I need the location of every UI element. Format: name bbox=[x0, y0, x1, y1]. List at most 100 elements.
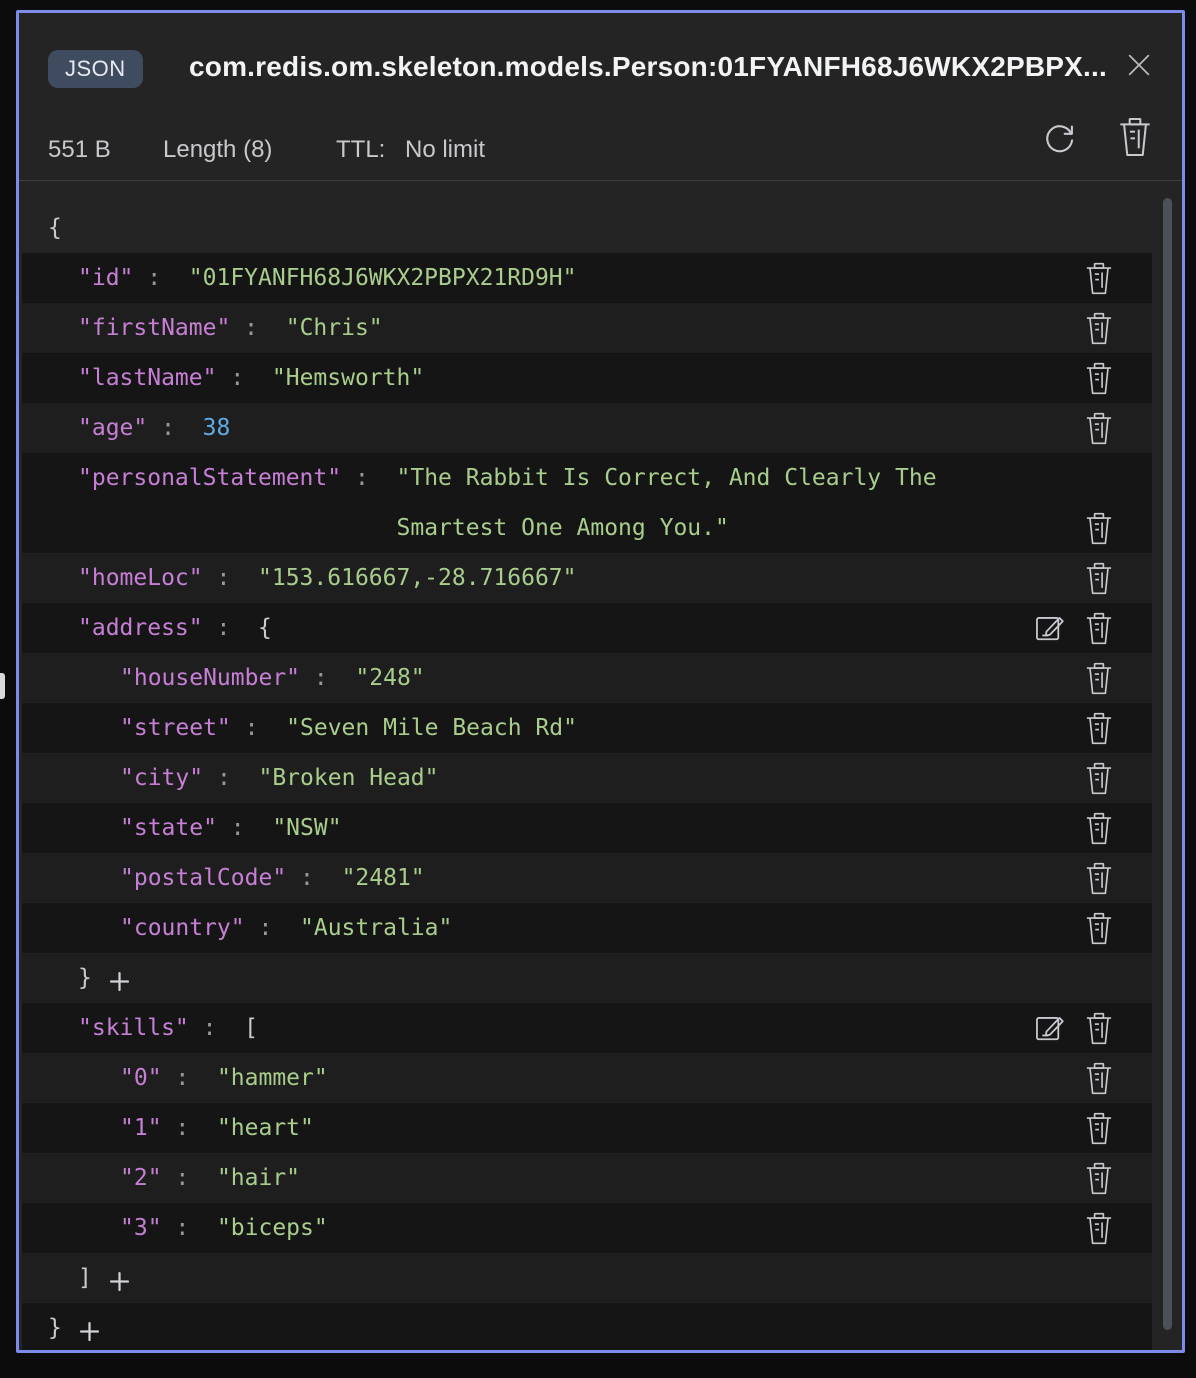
delete-key-icon[interactable] bbox=[1116, 116, 1158, 158]
delete-row-icon[interactable] bbox=[1084, 712, 1114, 745]
json-key[interactable]: "skills" bbox=[78, 1015, 189, 1041]
json-key[interactable]: "houseNumber" bbox=[120, 665, 300, 691]
json-row: "id" : "01FYANFH68J6WKX2PBPX21RD9H" bbox=[22, 253, 1152, 303]
json-separator: : bbox=[162, 1165, 217, 1191]
json-value[interactable]: "biceps" bbox=[217, 1215, 328, 1241]
json-key[interactable]: "address" bbox=[78, 615, 203, 641]
ttl-label: TTL: bbox=[336, 136, 385, 164]
json-separator: : bbox=[286, 865, 341, 891]
json-row-text: "age" : 38 bbox=[78, 415, 230, 441]
json-key[interactable]: "postalCode" bbox=[120, 865, 286, 891]
delete-row-icon[interactable] bbox=[1084, 1062, 1114, 1095]
edit-row-icon[interactable] bbox=[1034, 1012, 1066, 1044]
json-separator: : bbox=[217, 815, 272, 841]
add-item-button[interactable] bbox=[106, 1268, 133, 1295]
delete-row-icon[interactable] bbox=[1084, 862, 1114, 895]
json-key[interactable]: "city" bbox=[120, 765, 203, 791]
delete-row-icon[interactable] bbox=[1084, 512, 1114, 545]
json-value[interactable]: "Australia" bbox=[300, 915, 452, 941]
row-actions bbox=[1084, 703, 1114, 753]
json-row-text: "2" : "hair" bbox=[120, 1165, 300, 1191]
json-separator: : bbox=[231, 715, 286, 741]
delete-row-icon[interactable] bbox=[1084, 262, 1114, 295]
key-type-badge: JSON bbox=[48, 50, 143, 88]
delete-row-icon[interactable] bbox=[1084, 912, 1114, 945]
json-key[interactable]: "1" bbox=[120, 1115, 162, 1141]
delete-row-icon[interactable] bbox=[1084, 562, 1114, 595]
add-item-button[interactable] bbox=[106, 968, 133, 995]
json-value[interactable]: 38 bbox=[203, 415, 231, 441]
delete-row-icon[interactable] bbox=[1084, 612, 1114, 645]
json-separator: : bbox=[162, 1115, 217, 1141]
json-value[interactable]: "Hemsworth" bbox=[272, 365, 424, 391]
vertical-scrollbar[interactable] bbox=[1163, 198, 1172, 1330]
json-row-text: "street" : "Seven Mile Beach Rd" bbox=[120, 715, 577, 741]
refresh-icon[interactable] bbox=[1041, 119, 1079, 157]
json-separator: : bbox=[203, 565, 258, 591]
row-actions bbox=[1084, 353, 1114, 403]
json-key[interactable]: "personalStatement" bbox=[78, 465, 341, 491]
json-value[interactable]: "hair" bbox=[217, 1165, 300, 1191]
delete-row-icon[interactable] bbox=[1084, 1112, 1114, 1145]
json-key[interactable]: "country" bbox=[120, 915, 245, 941]
json-row: { bbox=[22, 203, 1152, 253]
delete-row-icon[interactable] bbox=[1084, 812, 1114, 845]
delete-row-icon[interactable] bbox=[1084, 312, 1114, 345]
json-value[interactable]: "hammer" bbox=[217, 1065, 328, 1091]
row-actions bbox=[1084, 1103, 1114, 1153]
json-row-text: "0" : "hammer" bbox=[120, 1065, 328, 1091]
json-value[interactable]: "NSW" bbox=[272, 815, 341, 841]
json-row-text: "1" : "heart" bbox=[120, 1115, 314, 1141]
json-row: "country" : "Australia" bbox=[22, 903, 1152, 953]
json-separator: : bbox=[162, 1065, 217, 1091]
key-size: 551 B bbox=[48, 136, 111, 164]
json-key[interactable]: "state" bbox=[120, 815, 217, 841]
delete-row-icon[interactable] bbox=[1084, 762, 1114, 795]
json-row: "3" : "biceps" bbox=[22, 1203, 1152, 1253]
add-item-button[interactable] bbox=[76, 1318, 103, 1345]
delete-row-icon[interactable] bbox=[1084, 662, 1114, 695]
json-key[interactable]: "3" bbox=[120, 1215, 162, 1241]
json-separator: : bbox=[300, 665, 355, 691]
json-value[interactable]: "heart" bbox=[217, 1115, 314, 1141]
json-key[interactable]: "street" bbox=[120, 715, 231, 741]
close-icon[interactable] bbox=[1117, 43, 1161, 87]
json-value[interactable]: [ bbox=[244, 1015, 258, 1041]
json-row-text: } bbox=[48, 1315, 103, 1342]
delete-row-icon[interactable] bbox=[1084, 412, 1114, 445]
json-key[interactable]: "2" bbox=[120, 1165, 162, 1191]
json-key[interactable]: "homeLoc" bbox=[78, 565, 203, 591]
json-row-text: "skills" : [ bbox=[78, 1015, 258, 1041]
row-actions bbox=[1084, 253, 1114, 303]
json-key[interactable]: "age" bbox=[78, 415, 147, 441]
json-bracket: { bbox=[48, 215, 62, 241]
json-bracket: } bbox=[78, 965, 92, 991]
row-actions bbox=[1084, 653, 1114, 703]
json-value[interactable]: "2481" bbox=[342, 865, 425, 891]
delete-row-icon[interactable] bbox=[1084, 1212, 1114, 1245]
json-value[interactable]: "The Rabbit Is Correct, And Clearly The … bbox=[397, 453, 1037, 553]
json-row-text: { bbox=[48, 215, 62, 241]
json-key[interactable]: "id" bbox=[78, 265, 133, 291]
json-value[interactable]: "153.616667,-28.716667" bbox=[258, 565, 577, 591]
row-actions bbox=[1084, 1153, 1114, 1203]
delete-row-icon[interactable] bbox=[1084, 362, 1114, 395]
json-value[interactable]: "Broken Head" bbox=[258, 765, 438, 791]
json-value[interactable]: "Seven Mile Beach Rd" bbox=[286, 715, 577, 741]
edit-row-icon[interactable] bbox=[1034, 612, 1066, 644]
key-name: com.redis.om.skeleton.models.Person:01FY… bbox=[189, 51, 1107, 83]
delete-row-icon[interactable] bbox=[1084, 1012, 1114, 1045]
json-separator: : bbox=[162, 1215, 217, 1241]
json-key[interactable]: "0" bbox=[120, 1065, 162, 1091]
json-row-text: } bbox=[78, 965, 133, 992]
json-value[interactable]: { bbox=[258, 615, 272, 641]
json-key[interactable]: "firstName" bbox=[78, 315, 230, 341]
json-row-text: "personalStatement" : "The Rabbit Is Cor… bbox=[78, 453, 1037, 553]
json-value[interactable]: "248" bbox=[355, 665, 424, 691]
row-actions bbox=[1084, 903, 1114, 953]
delete-row-icon[interactable] bbox=[1084, 1162, 1114, 1195]
json-value[interactable]: "01FYANFH68J6WKX2PBPX21RD9H" bbox=[189, 265, 577, 291]
json-row: "0" : "hammer" bbox=[22, 1053, 1152, 1103]
json-value[interactable]: "Chris" bbox=[286, 315, 383, 341]
json-key[interactable]: "lastName" bbox=[78, 365, 216, 391]
